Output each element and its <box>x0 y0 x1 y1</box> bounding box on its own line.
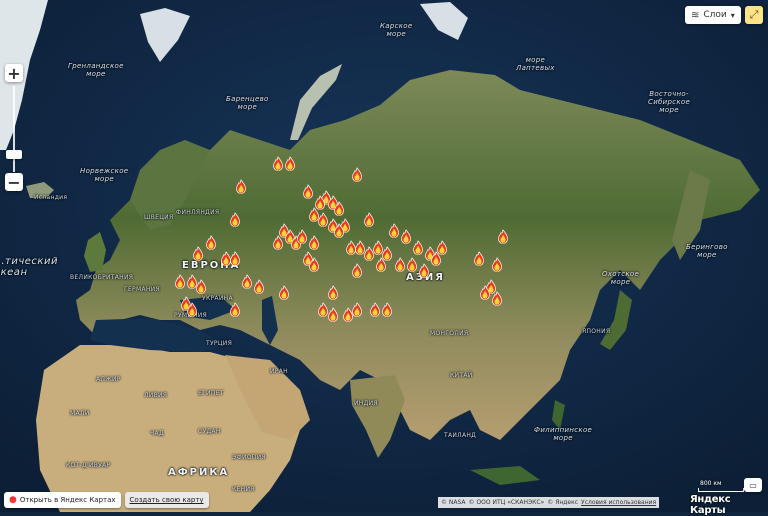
fire-marker-icon[interactable] <box>193 245 204 261</box>
label-kenya: КЕНИЯ <box>232 486 255 493</box>
label-libya: ЛИВИЯ <box>144 392 168 399</box>
label-philippine-sea: Филиппинское море <box>534 426 593 442</box>
label-okhotsk-sea: Охотское море <box>602 270 640 286</box>
attribution-scanex: © ООО ИТЦ «СКАНЭКС» <box>468 499 545 506</box>
scale-bar <box>698 488 744 492</box>
label-sweden: ШВЕЦИЯ <box>144 214 174 221</box>
fire-marker-icon[interactable] <box>297 228 308 244</box>
label-chad: ЧАД <box>150 430 164 437</box>
layers-icon: ≋ <box>691 9 700 21</box>
fire-marker-icon[interactable] <box>394 256 405 272</box>
fire-marker-icon[interactable] <box>351 262 362 278</box>
ruler-button[interactable]: ▭ <box>744 478 762 492</box>
fire-marker-icon[interactable] <box>351 166 362 183</box>
label-uk: ВЕЛИКОБРИТАНИЯ <box>70 274 134 281</box>
fire-marker-icon[interactable] <box>431 250 442 267</box>
fire-marker-icon[interactable] <box>419 262 430 278</box>
label-iceland: Исландия <box>34 194 68 201</box>
fire-marker-icon[interactable] <box>175 273 186 289</box>
fire-marker-icon[interactable] <box>309 256 320 272</box>
fire-marker-icon[interactable] <box>333 200 344 216</box>
ruler-icon: ▭ <box>749 480 757 490</box>
open-in-yandex-maps-label: Открыть в Яндекс Картах <box>19 496 116 504</box>
fire-marker-icon[interactable] <box>412 239 423 256</box>
fire-marker-icon[interactable] <box>382 301 393 317</box>
label-ukraine: УКРАИНА <box>202 295 233 302</box>
attribution-yandex: © Яндекс <box>547 499 579 506</box>
fire-marker-icon[interactable] <box>196 278 207 295</box>
fire-marker-icon[interactable] <box>309 234 320 250</box>
fire-marker-icon[interactable] <box>333 222 344 239</box>
label-thailand: ТАИЛАНД <box>444 432 477 439</box>
label-germany: ГЕРМАНИЯ <box>124 286 160 293</box>
fullscreen-button[interactable]: ⤢ <box>745 6 763 24</box>
map-pin-icon: ● <box>9 495 17 505</box>
attribution-nasa: © NASA <box>441 499 466 506</box>
label-sudan: СУДАН <box>198 428 221 435</box>
fire-marker-icon[interactable] <box>205 234 216 250</box>
label-kara-sea: Карское море <box>380 22 413 38</box>
label-norwegian-sea: Норвежское море <box>80 167 129 183</box>
fire-marker-icon[interactable] <box>272 155 283 172</box>
fire-marker-icon[interactable] <box>364 211 375 228</box>
label-iran: ИРАН <box>270 368 288 375</box>
fire-marker-icon[interactable] <box>498 228 509 244</box>
fire-marker-icon[interactable] <box>303 183 314 200</box>
fire-marker-icon[interactable] <box>473 250 484 267</box>
label-bering-sea: Берингово море <box>686 243 728 259</box>
label-finland: ФИНЛЯНДИЯ <box>176 209 220 216</box>
fire-marker-icon[interactable] <box>236 178 247 194</box>
yandex-maps-logo[interactable]: Яндекс Карты <box>690 494 768 516</box>
label-china: КИТАЙ <box>450 372 473 379</box>
fire-marker-icon[interactable] <box>284 155 295 172</box>
label-egypt: ЕГИПЕТ <box>198 390 224 397</box>
fire-marker-icon[interactable] <box>327 284 338 300</box>
attribution-bar: © NASA © ООО ИТЦ «СКАНЭКС» © Яндекс Усло… <box>438 497 660 508</box>
fire-marker-icon[interactable] <box>480 284 491 300</box>
label-mali: МАЛИ <box>70 410 90 417</box>
terms-of-use-link[interactable]: Условия использования <box>581 499 656 506</box>
fire-marker-icon[interactable] <box>272 234 283 250</box>
fire-marker-icon[interactable] <box>370 301 381 317</box>
fire-marker-icon[interactable] <box>229 211 240 228</box>
label-barents-sea: Баренцево море <box>226 95 269 111</box>
fire-marker-icon[interactable] <box>187 301 198 317</box>
fire-marker-icon[interactable] <box>254 278 265 295</box>
expand-icon: ⤢ <box>749 8 759 21</box>
fire-marker-icon[interactable] <box>400 228 411 244</box>
label-africa: АФРИКА <box>168 467 230 478</box>
scale-label: 800 км <box>700 480 722 487</box>
label-cote-divoire: КОТ-Д'ИВУАР <box>66 462 111 469</box>
fire-marker-icon[interactable] <box>492 290 503 306</box>
label-algeria: АЛЖИР <box>96 376 121 383</box>
open-in-yandex-maps-button[interactable]: ● Открыть в Яндекс Картах <box>4 492 121 508</box>
fire-marker-icon[interactable] <box>376 256 387 272</box>
label-turkey: ТУРЦИЯ <box>206 340 233 347</box>
label-greenland-sea: Гренландское море <box>68 62 124 78</box>
zoom-slider-track[interactable] <box>13 86 15 172</box>
fire-marker-icon[interactable] <box>278 284 289 300</box>
fire-marker-icon[interactable] <box>351 301 362 317</box>
zoom-in-button[interactable]: + <box>5 64 23 83</box>
fire-marker-icon[interactable] <box>242 273 253 289</box>
label-ethiopia: ЭФИОПИЯ <box>232 454 266 461</box>
fire-marker-icon[interactable] <box>327 306 338 323</box>
chevron-down-icon: ▾ <box>730 10 735 20</box>
label-mongolia: МОНГОЛИЯ <box>430 330 469 337</box>
label-india: ИНДИЯ <box>354 400 378 407</box>
label-east-siberian-sea: Восточно- Сибирское море <box>648 90 691 114</box>
zoom-slider-handle[interactable] <box>6 150 22 159</box>
zoom-out-button[interactable]: − <box>5 173 23 192</box>
label-japan: ЯПОНИЯ <box>582 328 611 335</box>
fire-marker-icon[interactable] <box>406 256 417 272</box>
fire-marker-icon[interactable] <box>229 301 240 317</box>
layers-label: Слои <box>703 10 727 20</box>
layers-button[interactable]: ≋ Слои ▾ <box>685 6 741 24</box>
create-map-link[interactable]: Создать свою карту <box>124 492 209 508</box>
fire-marker-icon[interactable] <box>492 256 503 272</box>
label-laptev-sea: море Лаптевых <box>516 56 555 72</box>
fire-marker-icon[interactable] <box>388 222 399 239</box>
fire-marker-icon[interactable] <box>229 250 240 267</box>
label-atlantic-ocean: ...тический океан <box>0 256 58 278</box>
